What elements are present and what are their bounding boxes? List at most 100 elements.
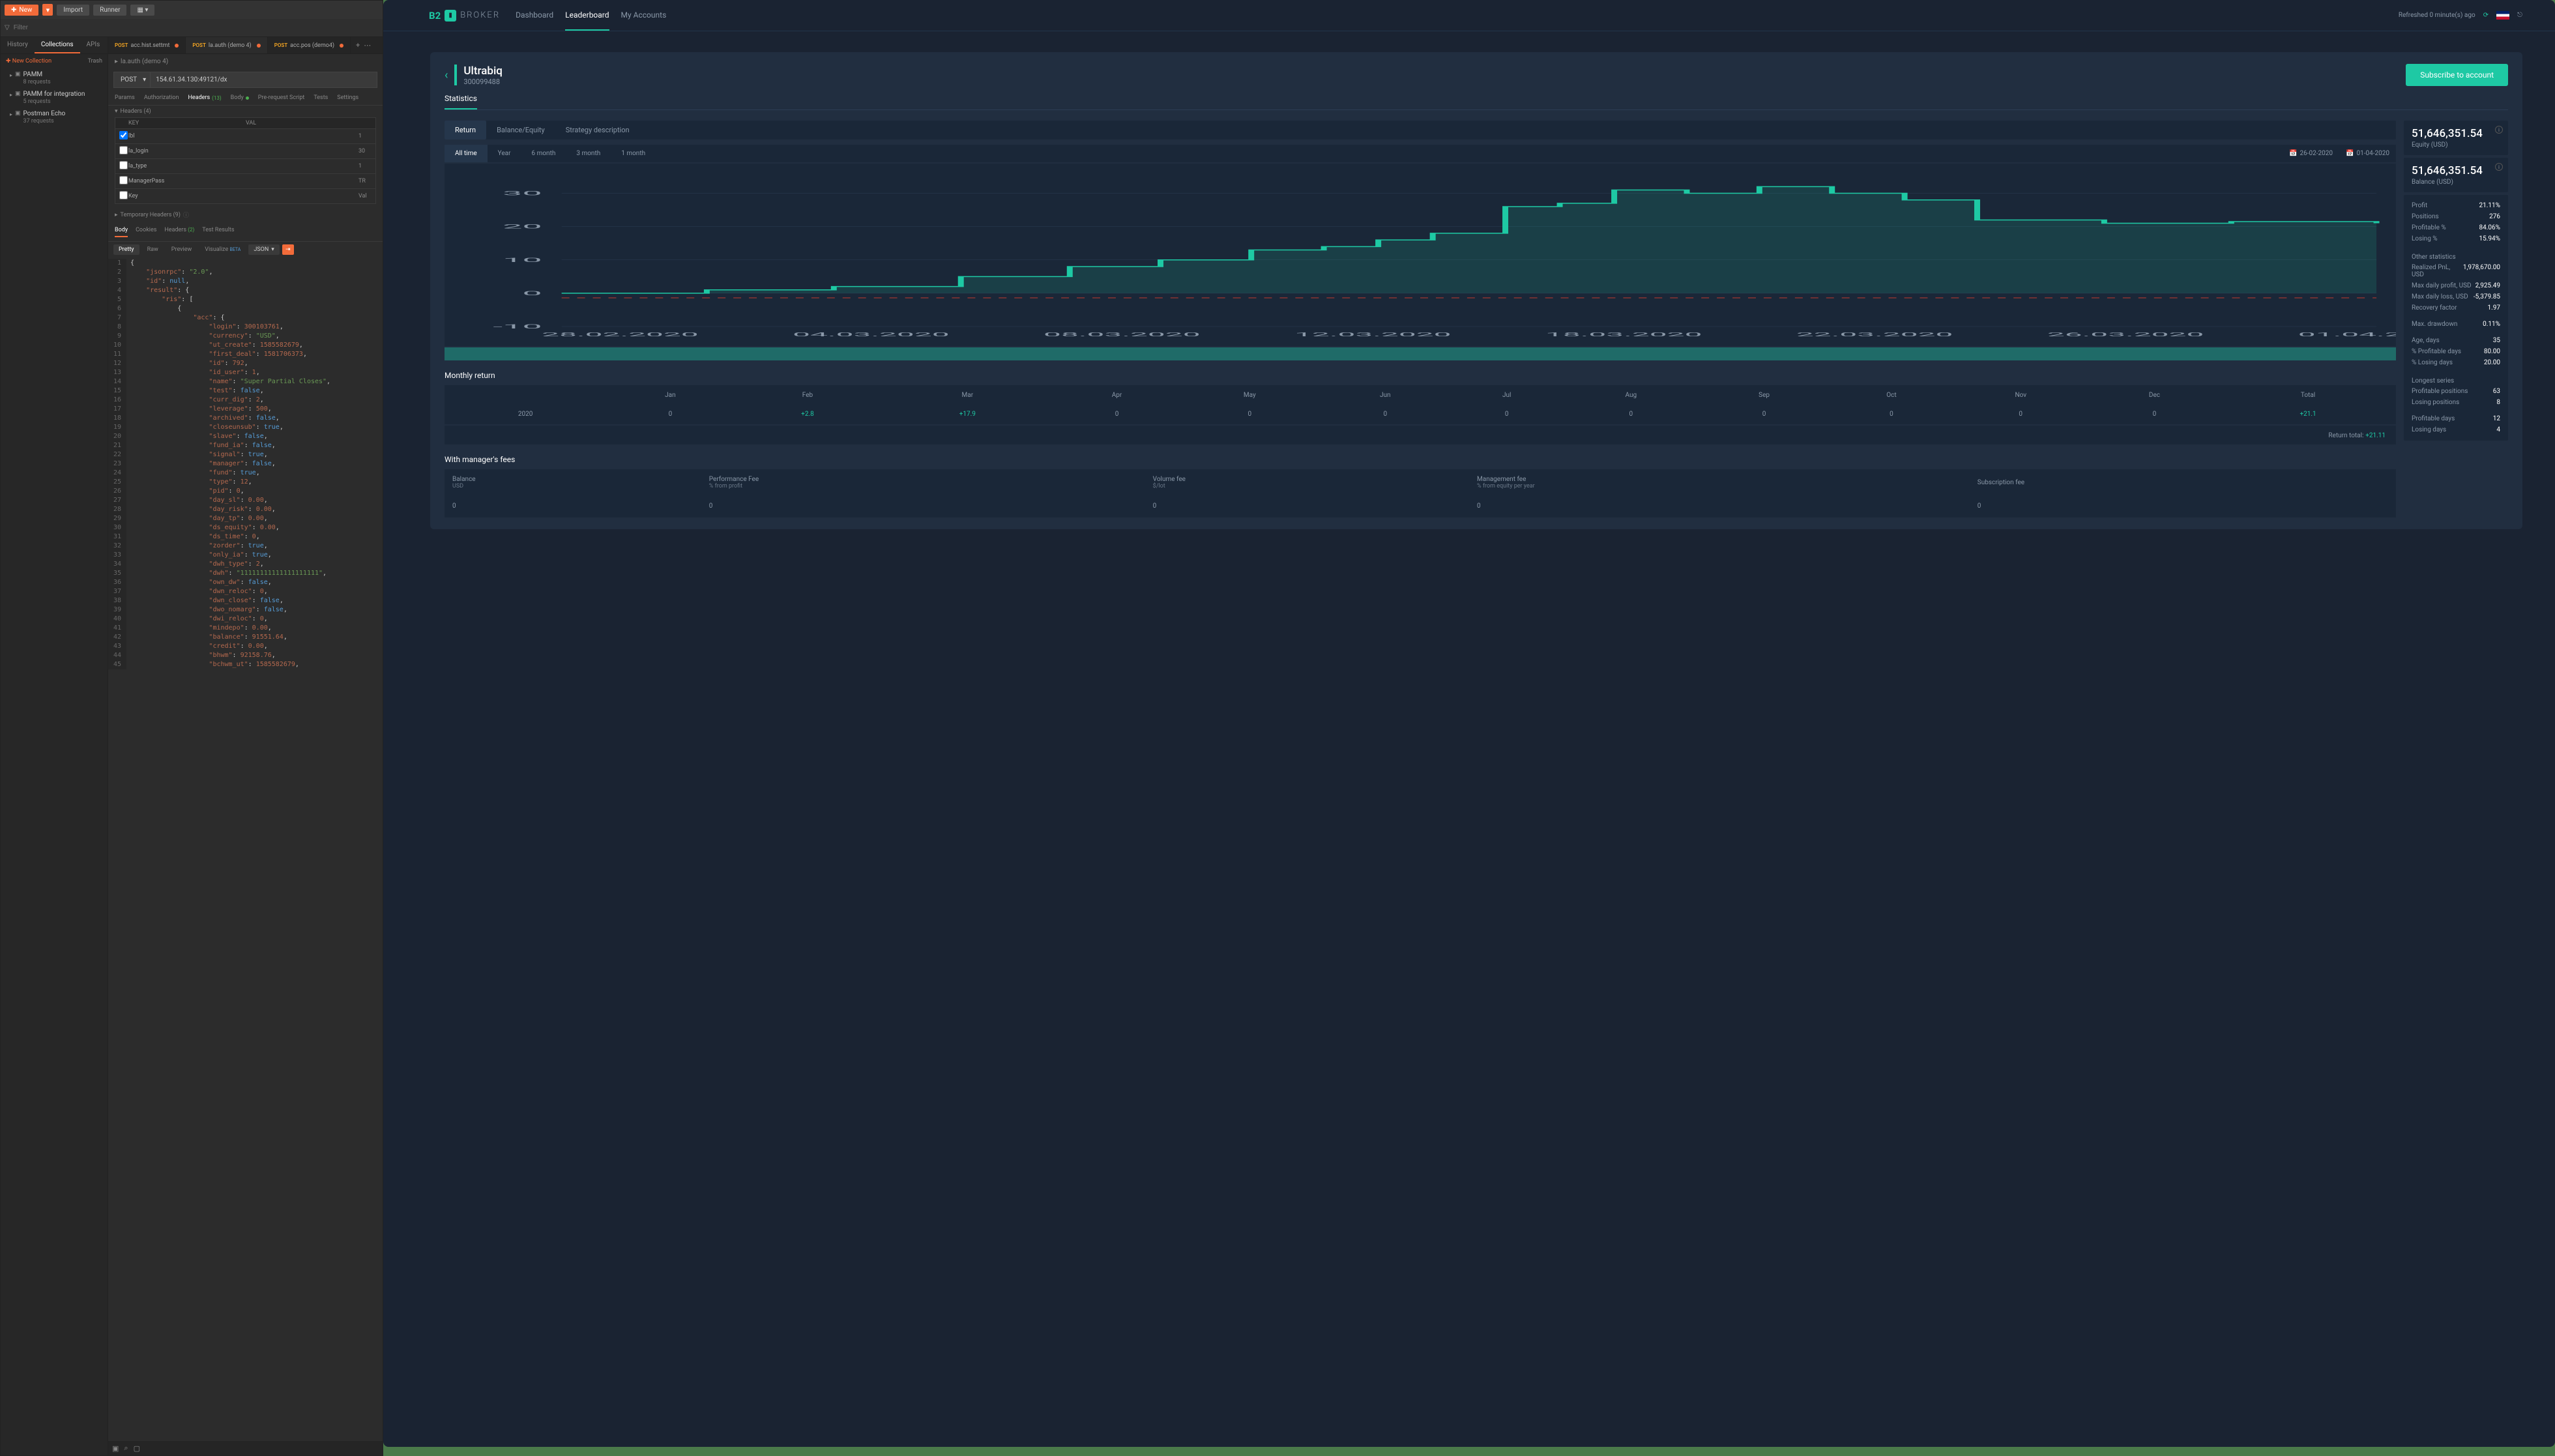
response-tab[interactable]: Headers (2) [164, 227, 194, 237]
logo-badge-icon: ▮ [445, 10, 456, 22]
broker-header: B2 ▮ BROKER Dashboard Leaderboard My Accou… [383, 0, 2555, 31]
logout-icon[interactable]: ⎋ [2517, 12, 2522, 19]
url-input[interactable]: 154.61.34.130:49121/dx [151, 72, 377, 88]
request-subtab[interactable]: Params [115, 95, 135, 101]
response-tab[interactable]: Test Results [202, 227, 234, 237]
request-subtab[interactable]: Headers(13) [188, 95, 222, 101]
request-subtab[interactable]: Authorization [144, 95, 179, 101]
request-tab[interactable]: POSTla.auth (demo 4) [186, 37, 267, 53]
new-collection-button[interactable]: ✚ New Collection [6, 58, 51, 65]
response-tab[interactable]: Cookies [136, 227, 156, 237]
format-dropdown[interactable]: JSON ▾ [248, 244, 279, 255]
sidebar-tab-apis[interactable]: APIs [80, 37, 107, 53]
svg-text:-10: -10 [493, 323, 542, 330]
sidebar-tab-history[interactable]: History [1, 37, 35, 53]
request-tab[interactable]: POSTacc.pos (demo4) [268, 37, 351, 53]
svg-text:26.03.2020: 26.03.2020 [2047, 332, 2204, 338]
pretty-button[interactable]: Pretty [113, 244, 139, 255]
stat-row: Age, days35 [2412, 335, 2500, 346]
headers-toggle[interactable]: ▾ Headers (4) [115, 108, 376, 115]
workspace-dropdown[interactable]: ▦ ▾ [130, 5, 154, 16]
period-tab[interactable]: All time [445, 145, 488, 162]
svg-text:28.02.2020: 28.02.2020 [542, 332, 699, 338]
trash-button[interactable]: Trash [88, 58, 102, 65]
period-tab[interactable]: 3 month [566, 145, 611, 162]
view-tab[interactable]: Strategy description [555, 121, 640, 139]
info-icon[interactable]: i [2495, 163, 2503, 171]
response-body[interactable]: 1{2 "jsonrpc": "2.0",3 "id": null,4 "res… [108, 257, 383, 1441]
stat-row: Profitable days12 [2412, 413, 2500, 424]
language-flag-icon[interactable] [2496, 11, 2509, 20]
statistics-tab[interactable]: Statistics [445, 94, 477, 109]
return-chart[interactable]: -100102030 28.02.202004.03.202008.03.202… [445, 164, 2396, 346]
svg-text:08.03.2020: 08.03.2020 [1044, 332, 1201, 338]
chart-brush[interactable] [445, 347, 2396, 360]
balance-card: 51,646,351.54 Balance (USD) i [2404, 158, 2508, 192]
sidebar-toggle-icon[interactable]: ▣ [112, 1444, 119, 1453]
nav-item-dashboard[interactable]: Dashboard [516, 1, 553, 31]
collection-item[interactable]: ▸▣Postman Echo37 requests [1, 108, 108, 127]
stats-sidebar: 51,646,351.54 Equity (USD) i 51,646,351.… [2404, 121, 2508, 517]
back-arrow-icon[interactable]: ‹ [445, 68, 448, 82]
request-subtab[interactable]: Settings [337, 95, 358, 101]
view-tab[interactable]: Balance/Equity [486, 121, 555, 139]
header-row[interactable]: KeyVal [115, 189, 376, 204]
stat-row: % Profitable days80.00 [2412, 346, 2500, 357]
request-subtab[interactable]: Body [231, 95, 249, 101]
preview-button[interactable]: Preview [166, 244, 197, 255]
svg-text:12.03.2020: 12.03.2020 [1294, 332, 1452, 338]
header-key-col: KEY [128, 120, 246, 126]
new-dropdown[interactable]: ▾ [42, 4, 53, 16]
raw-button[interactable]: Raw [142, 244, 164, 255]
response-tab[interactable]: Body [115, 227, 128, 237]
header-row[interactable]: la_login30 [115, 144, 376, 159]
collection-item[interactable]: ▸▣PAMM8 requests [1, 68, 108, 88]
info-icon[interactable]: i [2495, 126, 2503, 134]
add-tab-button[interactable]: +⋯ [351, 37, 376, 53]
nav-item-my-accounts[interactable]: My Accounts [621, 1, 667, 31]
header-row[interactable]: lbl1 [115, 129, 376, 144]
date-from[interactable]: 📅26-02-2020 [2283, 145, 2339, 162]
subscribe-button[interactable]: Subscribe to account [2406, 64, 2508, 86]
request-subtab[interactable]: Tests [314, 95, 328, 101]
filter-input[interactable] [14, 24, 379, 31]
postman-window: ✚New ▾ Import Runner ▦ ▾ ▽ HistoryCollec… [0, 0, 383, 1456]
stat-row: Max daily profit, USD2,925.49 [2412, 280, 2500, 291]
runner-button[interactable]: Runner [93, 5, 126, 16]
calendar-icon: 📅 [2289, 150, 2297, 157]
period-tab[interactable]: 6 month [521, 145, 566, 162]
stat-row: Losing positions8 [2412, 397, 2500, 408]
wrap-button[interactable]: ⇥ [282, 244, 294, 255]
request-tab[interactable]: POSTacc.hist.settmt [108, 37, 186, 53]
period-tab[interactable]: 1 month [611, 145, 656, 162]
svg-text:30: 30 [503, 190, 542, 196]
import-button[interactable]: Import [57, 5, 89, 16]
svg-text:10: 10 [503, 257, 542, 263]
svg-text:18.03.2020: 18.03.2020 [1545, 332, 1702, 338]
monthly-return-table: JanFebMarAprMayJunJulAugSepOctNovDecTota… [445, 385, 2396, 424]
view-tab[interactable]: Return [445, 121, 486, 139]
header-row[interactable]: ManagerPassTR [115, 174, 376, 189]
broker-logo: B2 ▮ BROKER [429, 10, 500, 22]
nav-item-leaderboard[interactable]: Leaderboard [565, 1, 609, 31]
stat-row: Losing %15.94% [2412, 233, 2500, 244]
refresh-icon[interactable]: ⟳ [2483, 12, 2489, 19]
temp-headers-toggle[interactable]: ▸ Temporary Headers (9) ⓘ [108, 207, 383, 223]
svg-text:01.04.2020: 01.04.2020 [2298, 332, 2396, 338]
stat-row: Losing days4 [2412, 424, 2500, 435]
new-button[interactable]: ✚New [5, 5, 38, 16]
stat-row: Max. drawdown0.11% [2412, 319, 2500, 330]
stat-row: Profit21.11% [2412, 200, 2500, 211]
method-dropdown[interactable]: POST ▾ [113, 72, 151, 88]
find-icon[interactable]: ⌕ [124, 1444, 128, 1453]
sidebar-tab-collections[interactable]: Collections [35, 37, 80, 53]
collection-item[interactable]: ▸▣PAMM for integration5 requests [1, 88, 108, 108]
monthly-return-title: Monthly return [445, 371, 2396, 380]
date-to[interactable]: 📅01-04-2020 [2339, 145, 2396, 162]
header-row[interactable]: la_type1 [115, 159, 376, 174]
period-tab[interactable]: Year [488, 145, 521, 162]
console-icon[interactable]: ▢ [134, 1444, 140, 1453]
visualize-button[interactable]: Visualize BETA [199, 244, 246, 255]
request-subtab[interactable]: Pre-request Script [258, 95, 305, 101]
stat-row: Positions276 [2412, 211, 2500, 222]
